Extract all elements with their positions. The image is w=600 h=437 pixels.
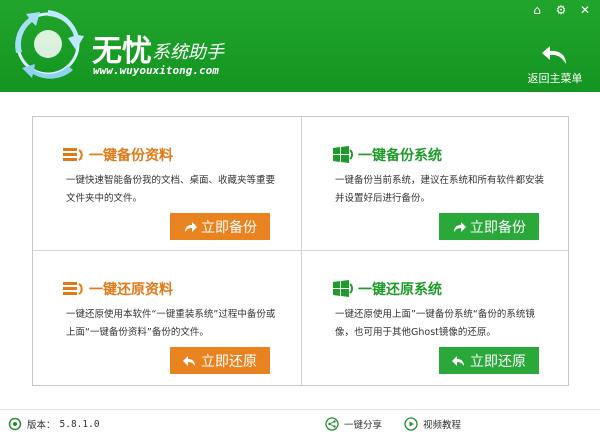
back-main-menu-button[interactable]: 返回主菜单 <box>520 44 590 86</box>
card-description: 一键还原使用本软件“一键重装系统”过程中备份或上面“一键备份资料”备份的文件。 <box>66 309 276 338</box>
main-panel: 一键备份资料 一键快速智能备份我的文档、桌面、收藏夹等重要文件夹中的文件。 立即… <box>32 116 569 386</box>
window-controls: ⌂ ⚙ ✕ <box>530 3 592 17</box>
version-label: 版本： <box>27 420 56 431</box>
backup-data-button[interactable]: 立即备份 <box>170 213 270 240</box>
forward-arrow-icon <box>454 221 466 232</box>
card-description: 一键备份当前系统，建议在系统和所有软件都安装并设置好后进行备份。 <box>335 175 545 204</box>
video-tutorial-button[interactable]: 视频教程 <box>404 417 461 431</box>
button-label: 立即备份 <box>201 219 257 236</box>
button-label: 立即备份 <box>470 219 526 236</box>
share-button[interactable]: 一键分享 <box>325 417 382 431</box>
status-bar: 版本： 5.8.1.0 一键分享 视频教程 <box>0 409 600 437</box>
card-description: 一键快速智能备份我的文档、桌面、收藏夹等重要文件夹中的文件。 <box>66 175 276 204</box>
title-bar: 无忧 系统助手 www.wuyouxitong.com ⌂ ⚙ ✕ 返回主菜单 <box>0 0 600 92</box>
card-backup-data: 一键备份资料 一键快速智能备份我的文档、桌面、收藏夹等重要文件夹中的文件。 立即… <box>33 117 300 250</box>
card-title: 一键备份系统 <box>358 148 442 164</box>
card-description: 一键还原使用上面”一键备份系统“备份的系统镜像，也可用于其他Ghost镜像的还原… <box>335 309 535 338</box>
back-arrow-icon <box>183 355 195 366</box>
back-arrow-icon <box>452 355 464 366</box>
card-title: 一键还原资料 <box>89 282 173 298</box>
version-info: 版本： 5.8.1.0 <box>8 417 100 431</box>
app-url: www.wuyouxitong.com <box>93 64 219 77</box>
app-subtitle: 系统助手 <box>152 42 224 63</box>
card-title: 一键备份资料 <box>89 148 173 164</box>
button-label: 立即还原 <box>201 353 257 370</box>
card-restore-system: 一键还原系统 一键还原使用上面”一键备份系统“备份的系统镜像，也可用于其他Gho… <box>302 251 569 384</box>
close-icon[interactable]: ✕ <box>578 3 592 17</box>
document-stack-icon <box>63 282 83 295</box>
home-icon[interactable]: ⌂ <box>530 3 544 17</box>
windows-logo-icon <box>333 146 353 163</box>
document-stack-icon <box>63 148 83 161</box>
return-arrow-icon <box>542 46 566 64</box>
card-backup-system: 一键备份系统 一键备份当前系统，建议在系统和所有软件都安装并设置好后进行备份。 … <box>302 117 569 250</box>
share-icon <box>325 417 339 431</box>
video-icon <box>404 417 418 431</box>
windows-logo-icon <box>333 280 353 297</box>
back-main-label: 返回主菜单 <box>527 72 583 85</box>
tutorial-label: 视频教程 <box>423 420 462 431</box>
share-label: 一键分享 <box>344 420 383 431</box>
backup-system-button[interactable]: 立即备份 <box>439 213 539 240</box>
button-label: 立即还原 <box>470 353 526 370</box>
settings-icon <box>8 417 22 431</box>
restore-system-button[interactable]: 立即还原 <box>439 347 539 374</box>
restore-data-button[interactable]: 立即还原 <box>170 347 270 374</box>
forward-arrow-icon <box>185 221 197 232</box>
version-value: 5.8.1.0 <box>59 418 100 430</box>
card-restore-data: 一键还原资料 一键还原使用本软件“一键重装系统”过程中备份或上面“一键备份资料”… <box>33 251 300 384</box>
recycle-logo-icon <box>15 10 84 79</box>
gear-icon[interactable]: ⚙ <box>554 3 568 17</box>
card-title: 一键还原系统 <box>358 282 442 298</box>
